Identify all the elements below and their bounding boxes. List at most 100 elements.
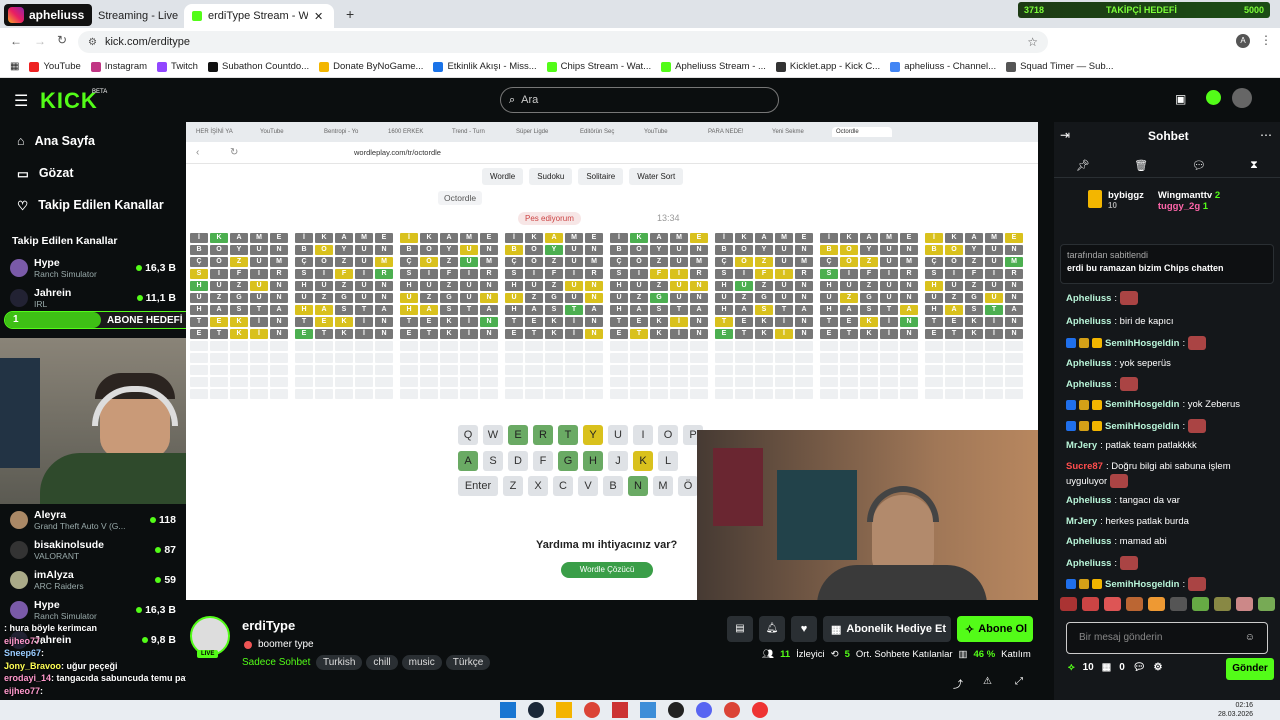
bookmark-etkinlik[interactable]: Etkinlik Akışı - Miss... [433, 61, 537, 72]
bookmark-apheliuss[interactable]: Apheliuss Stream - ... [661, 61, 766, 72]
apps-icon[interactable]: ▦ [10, 61, 19, 72]
forward-icon[interactable]: → [34, 34, 46, 48]
chat-bubble-icon[interactable]: 💬︎ [1133, 662, 1146, 673]
location-icon[interactable] [752, 702, 768, 718]
chat-menu-icon[interactable]: ⋯ [1260, 128, 1272, 142]
emote-icon[interactable] [1236, 597, 1253, 611]
tag[interactable]: chill [366, 655, 398, 670]
tag[interactable]: Türkçe [445, 655, 491, 670]
channel-hype-2[interactable]: Hype Ranch Simulator 16,3 B [0, 595, 186, 625]
channel-jahrein[interactable]: Jahrein IRL 11,1 B [0, 283, 186, 313]
channel-hype[interactable]: Hype Ranch Simulator 16,3 B [0, 253, 186, 283]
send-button[interactable]: Gönder [1226, 658, 1274, 680]
profile-avatar[interactable]: A [1236, 34, 1250, 48]
chrome-icon[interactable] [584, 702, 600, 718]
bookmark-subathon[interactable]: Subathon Countdo... [207, 61, 309, 72]
emoji-icon[interactable]: ☺ [1245, 632, 1255, 643]
hamburger-icon[interactable]: ☰ [14, 91, 28, 111]
bookmark-donate[interactable]: Donate ByNoGame... [319, 61, 423, 72]
chat-input[interactable]: Bir mesaj gönderin ☺ [1066, 622, 1268, 654]
bookmark-star-icon[interactable]: ☆ [1027, 35, 1038, 49]
video-player[interactable]: HER İŞİNİ YA YouTube Bentropi - Yo 1600 ERK… [186, 122, 1038, 600]
menu-icon[interactable]: ⋮ [1260, 33, 1272, 47]
close-icon[interactable]: ✕ [314, 10, 323, 23]
emote-icon[interactable] [1192, 597, 1209, 611]
chat-username[interactable]: Apheliuss [1066, 378, 1111, 391]
app-icon[interactable] [640, 702, 656, 718]
bookmark-instagram[interactable]: Instagram [90, 61, 147, 72]
store-icon[interactable]: ▣ [1175, 92, 1186, 106]
channel-bisakinolsude[interactable]: bisakinolsude VALORANT 87 [0, 535, 186, 565]
chat-username[interactable]: Apheliuss [1066, 292, 1111, 305]
tab-erditype[interactable]: erdiType Stream - Watch Li ✕ [184, 4, 334, 28]
notification-bell-icon[interactable]: 🔔︎ [759, 616, 785, 642]
channel-aleyra[interactable]: Aleyra Grand Theft Auto V (G... 118 [0, 505, 186, 535]
streamer-name[interactable]: erdiType [242, 618, 295, 633]
emote-icon[interactable] [1082, 597, 1099, 611]
emote-icon[interactable] [1104, 597, 1121, 611]
subscribe-button[interactable]: ✧ Abone Ol [957, 616, 1033, 642]
user-avatar[interactable] [1232, 88, 1252, 108]
streamdeck-icon[interactable] [668, 702, 684, 718]
emote-icon[interactable] [1214, 597, 1231, 611]
chat-username[interactable]: Apheliuss [1066, 557, 1111, 570]
chrome-icon[interactable] [724, 702, 740, 718]
bookmark-chips[interactable]: Chips Stream - Wat... [546, 61, 651, 72]
stream-category[interactable]: Sadece Sohbet [242, 657, 310, 668]
new-tab-button[interactable]: + [346, 6, 354, 22]
bookmark-twitch[interactable]: Twitch [157, 61, 198, 72]
discord-icon[interactable] [696, 702, 712, 718]
share-icon[interactable]: ⤴ [953, 676, 963, 691]
gift-sub-button[interactable]: ▦ Abonelik Hediye Et [823, 616, 951, 642]
pinned-message[interactable]: tarafından sabitlendi erdi bu ramazan bi… [1060, 244, 1274, 284]
windows-start-icon[interactable] [500, 702, 516, 718]
chat-username[interactable]: SemihHosgeldin [1105, 420, 1179, 433]
collapse-chat-icon[interactable]: ⇥ [1060, 128, 1070, 142]
search-input[interactable]: Ara [521, 94, 538, 106]
reload-icon[interactable]: ↻ [57, 33, 67, 47]
trash-icon[interactable]: 🗑︎ [1134, 159, 1148, 172]
chat-username[interactable]: Apheliuss [1066, 315, 1111, 328]
emote-icon[interactable] [1170, 597, 1187, 611]
chat-username[interactable]: Sucre87 [1066, 460, 1103, 473]
nav-following[interactable]: ♡ Takip Edilen Kanallar [0, 189, 186, 221]
chat-username[interactable]: Apheliuss [1066, 494, 1111, 507]
site-info-icon[interactable]: ⚙ [88, 37, 97, 48]
steam-icon[interactable] [528, 702, 544, 718]
emote-icon[interactable] [1126, 597, 1143, 611]
pin-icon[interactable]: 📌︎ [1076, 159, 1090, 172]
chat-username[interactable]: SemihHosgeldin [1105, 578, 1179, 591]
chat-username[interactable]: SemihHosgeldin [1105, 337, 1179, 350]
explorer-icon[interactable] [556, 702, 572, 718]
url-field[interactable]: ⚙ kick.com/erditype ☆ [78, 31, 1048, 53]
follow-heart-button[interactable]: ♥ [791, 616, 817, 642]
bookmark-channel[interactable]: apheliuss - Channel... [890, 61, 996, 72]
chat-username[interactable]: SemihHosgeldin [1105, 398, 1179, 411]
chat-username[interactable]: Apheliuss [1066, 357, 1111, 370]
chat-bubble-icon[interactable]: 💬︎ [1192, 159, 1206, 172]
emote-icon[interactable] [1060, 597, 1077, 611]
tag[interactable]: Turkish [316, 655, 363, 670]
channel-imalyza[interactable]: imAlyza ARC Raiders 59 [0, 565, 186, 595]
bookmark-squad[interactable]: Squad Timer — Sub... [1006, 61, 1114, 72]
bookmark-kicklet[interactable]: Kicklet.app - Kick C... [775, 61, 880, 72]
kick-logo[interactable]: KICK [40, 88, 98, 114]
hourglass-icon[interactable]: ⧗ [1250, 159, 1258, 172]
obs-icon[interactable] [612, 702, 628, 718]
kick-coin-icon[interactable] [1206, 90, 1221, 105]
emote-icon[interactable] [1258, 597, 1275, 611]
chat-username[interactable]: Apheliuss [1066, 535, 1111, 548]
clip-button[interactable]: ▤ [727, 616, 753, 642]
chat-username[interactable]: MrJery [1066, 515, 1097, 528]
emote-icon[interactable] [1148, 597, 1165, 611]
theater-icon[interactable]: ⤢ [1015, 676, 1023, 687]
tag[interactable]: music [401, 655, 442, 670]
nav-home[interactable]: ⌂ Ana Sayfa [0, 125, 186, 157]
chat-username[interactable]: MrJery [1066, 439, 1097, 452]
report-icon[interactable]: ⚠ [983, 676, 992, 687]
nav-browse[interactable]: ▭ Gözat [0, 157, 186, 189]
settings-icon[interactable]: ⚙ [1153, 662, 1162, 673]
clock[interactable]: 02:16 28.03.2026 [1218, 701, 1253, 719]
bookmark-youtube[interactable]: YouTube [29, 61, 81, 72]
search-box[interactable]: ⌕ Ara [500, 87, 779, 113]
